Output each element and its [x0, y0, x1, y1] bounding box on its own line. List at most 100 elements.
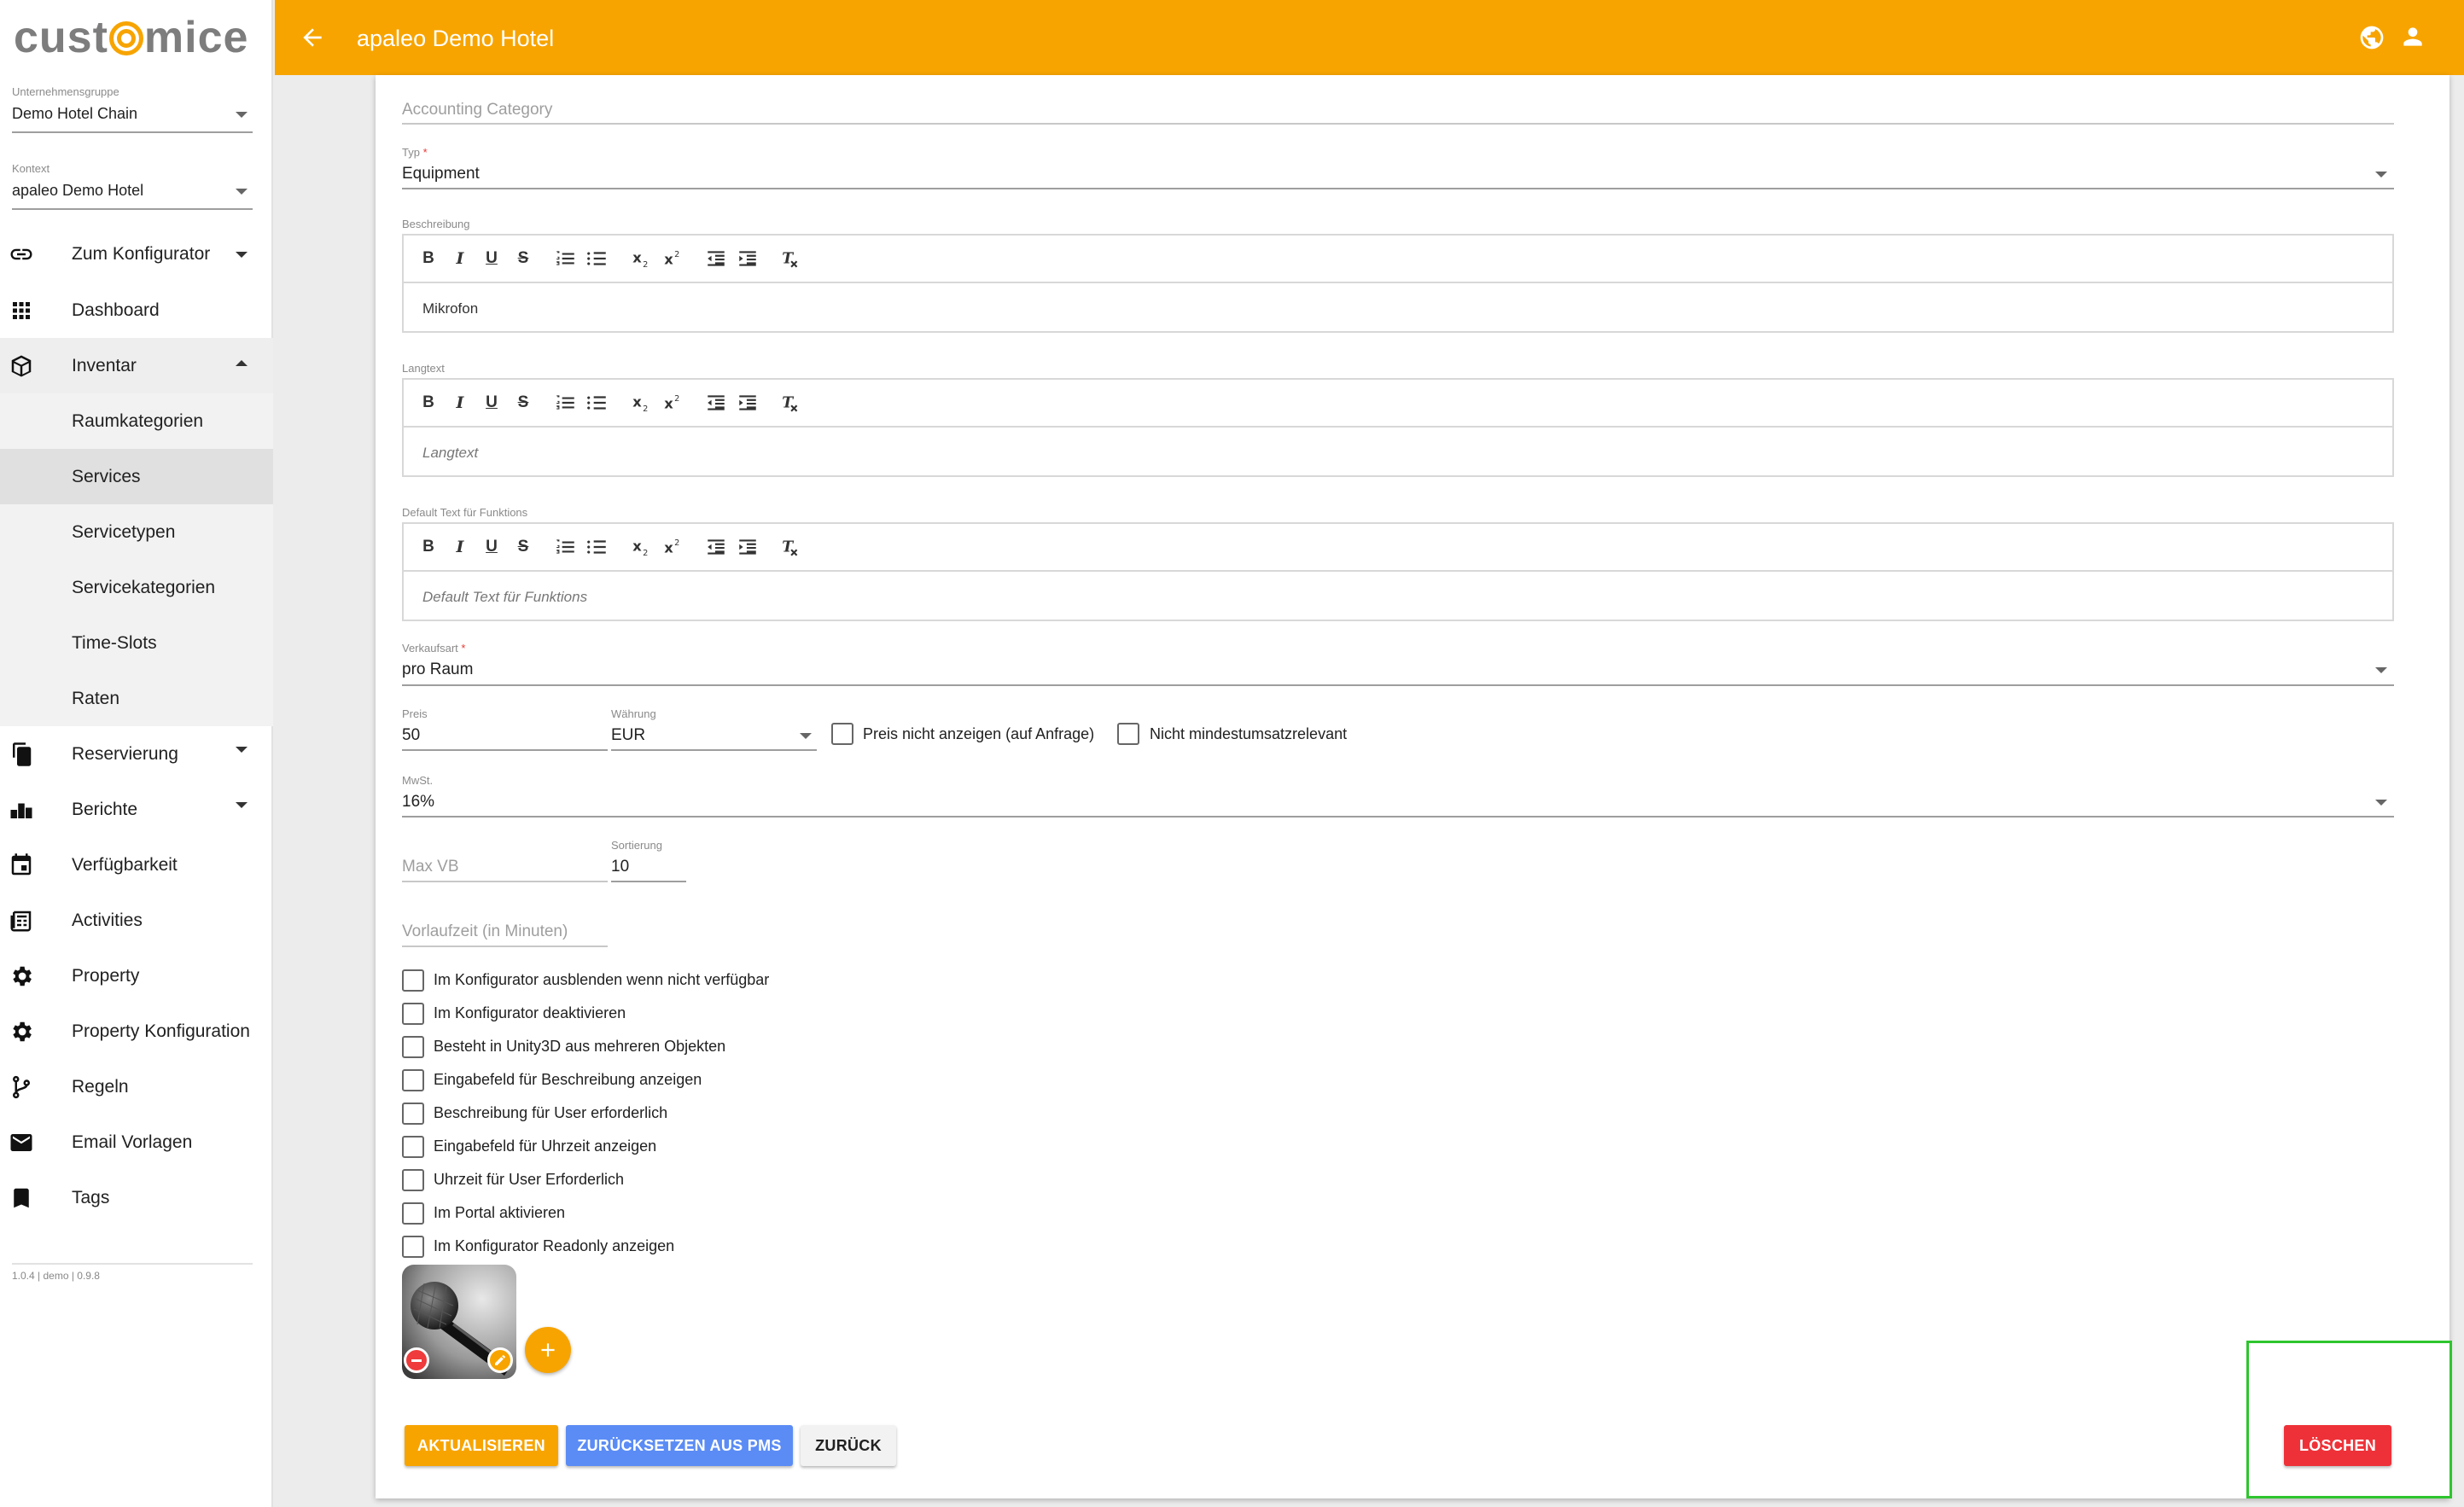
- typ-select[interactable]: Equipment: [402, 165, 480, 183]
- underline-button[interactable]: U: [479, 246, 504, 271]
- strike-button[interactable]: S: [510, 246, 536, 271]
- sidebar-subitem-raumkategorien[interactable]: Raumkategorien: [0, 393, 273, 449]
- preis-nicht-anzeigen-checkbox[interactable]: [831, 723, 853, 745]
- checkbox-konfigurator-ausblenden[interactable]: [402, 969, 424, 992]
- superscript-icon[interactable]: x2: [660, 390, 685, 416]
- indent-icon[interactable]: [735, 246, 760, 271]
- sidebar-item-property-konfiguration[interactable]: Property Konfiguration: [0, 1004, 273, 1059]
- bullet-list-icon[interactable]: [585, 534, 610, 560]
- add-image-button[interactable]: [525, 1327, 571, 1373]
- sidebar-item-email-vorlagen[interactable]: Email Vorlagen: [0, 1114, 273, 1170]
- italic-button[interactable]: I: [447, 390, 473, 416]
- strike-button[interactable]: S: [510, 534, 536, 560]
- chevron-down-icon[interactable]: [800, 733, 812, 739]
- edit-image-button[interactable]: [487, 1347, 513, 1373]
- ordered-list-icon[interactable]: [553, 390, 579, 416]
- company-group-select[interactable]: Unternehmensgruppe Demo Hotel Chain: [12, 85, 253, 133]
- sidebar-item-property[interactable]: Property: [0, 948, 273, 1004]
- app-version: 1.0.4 | demo | 0.9.8: [12, 1270, 100, 1282]
- update-button[interactable]: AKTUALISIEREN: [405, 1425, 558, 1466]
- italic-button[interactable]: I: [447, 534, 473, 560]
- vorlaufzeit-input[interactable]: Vorlaufzeit (in Minuten): [402, 922, 568, 941]
- waehrung-select[interactable]: EUR: [611, 726, 645, 745]
- max-vb-input[interactable]: Max VB: [402, 858, 459, 876]
- langtext-content[interactable]: Langtext: [422, 445, 478, 462]
- underline-button[interactable]: U: [479, 534, 504, 560]
- chevron-down-icon[interactable]: [2375, 667, 2387, 673]
- default-text-editor[interactable]: B I U S x2 x2 T Default Text für Funktio…: [402, 522, 2394, 621]
- italic-button[interactable]: I: [447, 246, 473, 271]
- company-group-value[interactable]: Demo Hotel Chain: [12, 105, 253, 133]
- bold-button[interactable]: B: [416, 390, 441, 416]
- preis-label: Preis: [402, 707, 428, 720]
- checkbox-beschreibung-eingabefeld[interactable]: [402, 1069, 424, 1091]
- chevron-down-icon[interactable]: [2375, 172, 2387, 177]
- outdent-icon[interactable]: [703, 390, 729, 416]
- back-button[interactable]: ZURÜCK: [801, 1425, 896, 1466]
- sidebar-item-regeln[interactable]: Regeln: [0, 1059, 273, 1114]
- superscript-icon[interactable]: x2: [660, 534, 685, 560]
- underline-button[interactable]: U: [479, 390, 504, 416]
- sidebar-item-berichte[interactable]: Berichte: [0, 782, 273, 837]
- sidebar-subitem-servicekategorien[interactable]: Servicekategorien: [0, 560, 273, 615]
- context-select[interactable]: Kontext apaleo Demo Hotel: [12, 162, 253, 210]
- sidebar-subitem-time-slots[interactable]: Time-Slots: [0, 615, 273, 671]
- sidebar-item-verfuegbarkeit[interactable]: Verfügbarkeit: [0, 837, 273, 893]
- bold-button[interactable]: B: [416, 246, 441, 271]
- superscript-icon[interactable]: x2: [660, 246, 685, 271]
- sidebar-item-dashboard[interactable]: Dashboard: [0, 282, 273, 338]
- sidebar-item-activities[interactable]: Activities: [0, 893, 273, 948]
- checkbox-portal-aktivieren[interactable]: [402, 1202, 424, 1225]
- sidebar-item-reservierung[interactable]: Reservierung: [0, 726, 273, 782]
- beschreibung-editor[interactable]: B I U S x2 x2 T Mikrofon: [402, 234, 2394, 333]
- customice-logo[interactable]: cust mice: [14, 12, 248, 70]
- sidebar-subitem-raten[interactable]: Raten: [0, 671, 273, 726]
- chevron-down-icon: [236, 802, 248, 808]
- langtext-editor[interactable]: B I U S x2 x2 T Langtext: [402, 378, 2394, 477]
- strike-button[interactable]: S: [510, 390, 536, 416]
- chevron-down-icon[interactable]: [2375, 800, 2387, 806]
- subscript-icon[interactable]: x2: [628, 390, 654, 416]
- sortierung-input[interactable]: 10: [611, 858, 629, 876]
- ordered-list-icon[interactable]: [553, 534, 579, 560]
- nicht-mindestumsatz-checkbox[interactable]: [1117, 723, 1139, 745]
- default-text-content[interactable]: Default Text für Funktions: [422, 589, 587, 606]
- mwst-select[interactable]: 16%: [402, 793, 434, 812]
- indent-icon[interactable]: [735, 390, 760, 416]
- context-value[interactable]: apaleo Demo Hotel: [12, 182, 253, 210]
- checkbox-uhrzeit-eingabefeld[interactable]: [402, 1136, 424, 1158]
- checkbox-beschreibung-erforderlich[interactable]: [402, 1103, 424, 1125]
- back-arrow-icon[interactable]: [299, 24, 326, 51]
- outdent-icon[interactable]: [703, 534, 729, 560]
- bullet-list-icon[interactable]: [585, 390, 610, 416]
- bullet-list-icon[interactable]: [585, 246, 610, 271]
- beschreibung-content[interactable]: Mikrofon: [422, 300, 478, 317]
- sidebar-subitem-servicetypen[interactable]: Servicetypen: [0, 504, 273, 560]
- sidebar-item-tags[interactable]: Tags: [0, 1170, 273, 1225]
- checkbox-unity3d-objekte[interactable]: [402, 1036, 424, 1058]
- sidebar-item-inventar[interactable]: Inventar: [0, 338, 273, 393]
- sidebar-item-konfigurator[interactable]: Zum Konfigurator: [0, 226, 273, 282]
- indent-icon[interactable]: [735, 534, 760, 560]
- verkaufsart-select[interactable]: pro Raum: [402, 660, 473, 679]
- globe-icon[interactable]: [2358, 24, 2385, 51]
- sidebar-subitem-services[interactable]: Services: [0, 449, 273, 504]
- subscript-icon[interactable]: x2: [628, 534, 654, 560]
- accounting-category-input[interactable]: Accounting Category: [402, 101, 552, 119]
- bold-button[interactable]: B: [416, 534, 441, 560]
- checkbox-konfigurator-deaktivieren[interactable]: [402, 1003, 424, 1025]
- remove-image-button[interactable]: [404, 1347, 429, 1373]
- clear-format-icon[interactable]: T: [778, 246, 803, 271]
- reset-from-pms-button[interactable]: ZURÜCKSETZEN AUS PMS: [566, 1425, 793, 1466]
- clear-format-icon[interactable]: T: [778, 390, 803, 416]
- checkbox-uhrzeit-erforderlich[interactable]: [402, 1169, 424, 1191]
- ordered-list-icon[interactable]: [553, 246, 579, 271]
- preis-input[interactable]: 50: [402, 726, 420, 745]
- clear-format-icon[interactable]: T: [778, 534, 803, 560]
- max-vb-underline: [402, 881, 608, 882]
- subscript-icon[interactable]: x2: [628, 246, 654, 271]
- verkaufsart-label-text: Verkaufsart: [402, 642, 458, 655]
- person-icon[interactable]: [2399, 22, 2426, 51]
- outdent-icon[interactable]: [703, 246, 729, 271]
- checkbox-konfigurator-readonly[interactable]: [402, 1236, 424, 1258]
